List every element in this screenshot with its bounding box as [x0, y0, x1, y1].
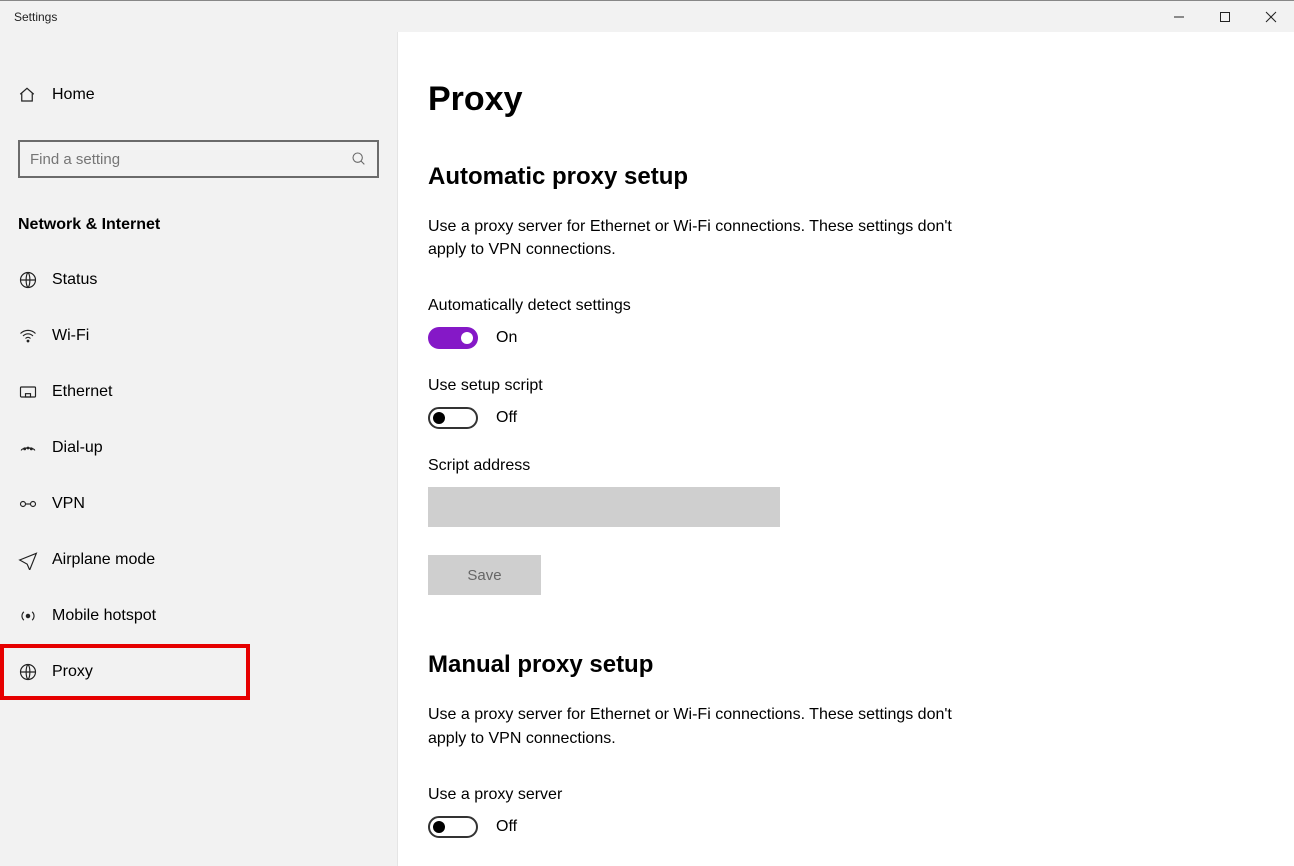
close-icon	[1265, 11, 1277, 23]
sidebar-item-airplane[interactable]: Airplane mode	[0, 532, 397, 588]
sidebar-item-status[interactable]: Status	[0, 252, 397, 308]
sidebar-item-label: VPN	[52, 495, 85, 513]
auto-proxy-heading: Automatic proxy setup	[428, 163, 1294, 191]
auto-proxy-desc: Use a proxy server for Ethernet or Wi-Fi…	[428, 215, 968, 261]
window-title: Settings	[14, 10, 57, 24]
sidebar-item-vpn[interactable]: VPN	[0, 476, 397, 532]
maximize-button[interactable]	[1202, 1, 1248, 32]
sidebar-item-label: Home	[52, 86, 95, 104]
wifi-icon	[18, 326, 52, 346]
vpn-icon	[18, 494, 52, 514]
search-field[interactable]	[30, 151, 351, 168]
auto-detect-state: On	[496, 329, 517, 347]
sidebar-item-dialup[interactable]: Dial-up	[0, 420, 397, 476]
sidebar-item-label: Proxy	[52, 663, 93, 681]
use-proxy-label: Use a proxy server	[428, 786, 1294, 804]
search-icon	[351, 151, 367, 167]
auto-detect-toggle[interactable]	[428, 327, 478, 349]
use-proxy-state: Off	[496, 818, 517, 836]
airplane-icon	[18, 550, 52, 570]
use-script-label: Use setup script	[428, 377, 1294, 395]
titlebar: Settings	[0, 0, 1294, 32]
sidebar-item-proxy[interactable]: Proxy	[0, 644, 250, 700]
sidebar-item-label: Mobile hotspot	[52, 607, 156, 625]
sidebar-item-ethernet[interactable]: Ethernet	[0, 364, 397, 420]
hotspot-icon	[18, 606, 52, 626]
dialup-icon	[18, 438, 52, 458]
minimize-button[interactable]	[1156, 1, 1202, 32]
manual-proxy-heading: Manual proxy setup	[428, 651, 1294, 679]
sidebar-item-label: Dial-up	[52, 439, 103, 457]
sidebar-category: Network & Internet	[18, 216, 379, 234]
use-script-state: Off	[496, 409, 517, 427]
page-title: Proxy	[428, 80, 1294, 119]
maximize-icon	[1219, 11, 1231, 23]
sidebar-item-label: Status	[52, 271, 97, 289]
window-controls	[1156, 1, 1294, 32]
home-icon	[18, 86, 52, 104]
sidebar-item-label: Wi-Fi	[52, 327, 89, 345]
proxy-icon	[18, 662, 52, 682]
auto-detect-label: Automatically detect settings	[428, 297, 1294, 315]
sidebar-item-label: Ethernet	[52, 383, 112, 401]
save-button[interactable]: Save	[428, 555, 541, 595]
minimize-icon	[1173, 11, 1185, 23]
status-icon	[18, 270, 52, 290]
sidebar-item-wifi[interactable]: Wi-Fi	[0, 308, 397, 364]
close-button[interactable]	[1248, 1, 1294, 32]
script-address-input[interactable]	[428, 487, 780, 527]
search-input[interactable]	[18, 140, 379, 178]
use-proxy-toggle[interactable]	[428, 816, 478, 838]
sidebar-item-home[interactable]: Home	[0, 76, 397, 114]
sidebar-item-hotspot[interactable]: Mobile hotspot	[0, 588, 397, 644]
content-area: Proxy Automatic proxy setup Use a proxy …	[398, 32, 1294, 866]
sidebar: Home Network & Internet Status Wi-Fi	[0, 32, 398, 866]
ethernet-icon	[18, 382, 52, 402]
manual-proxy-desc: Use a proxy server for Ethernet or Wi-Fi…	[428, 703, 968, 749]
script-address-label: Script address	[428, 457, 1294, 475]
sidebar-item-label: Airplane mode	[52, 551, 155, 569]
use-script-toggle[interactable]	[428, 407, 478, 429]
